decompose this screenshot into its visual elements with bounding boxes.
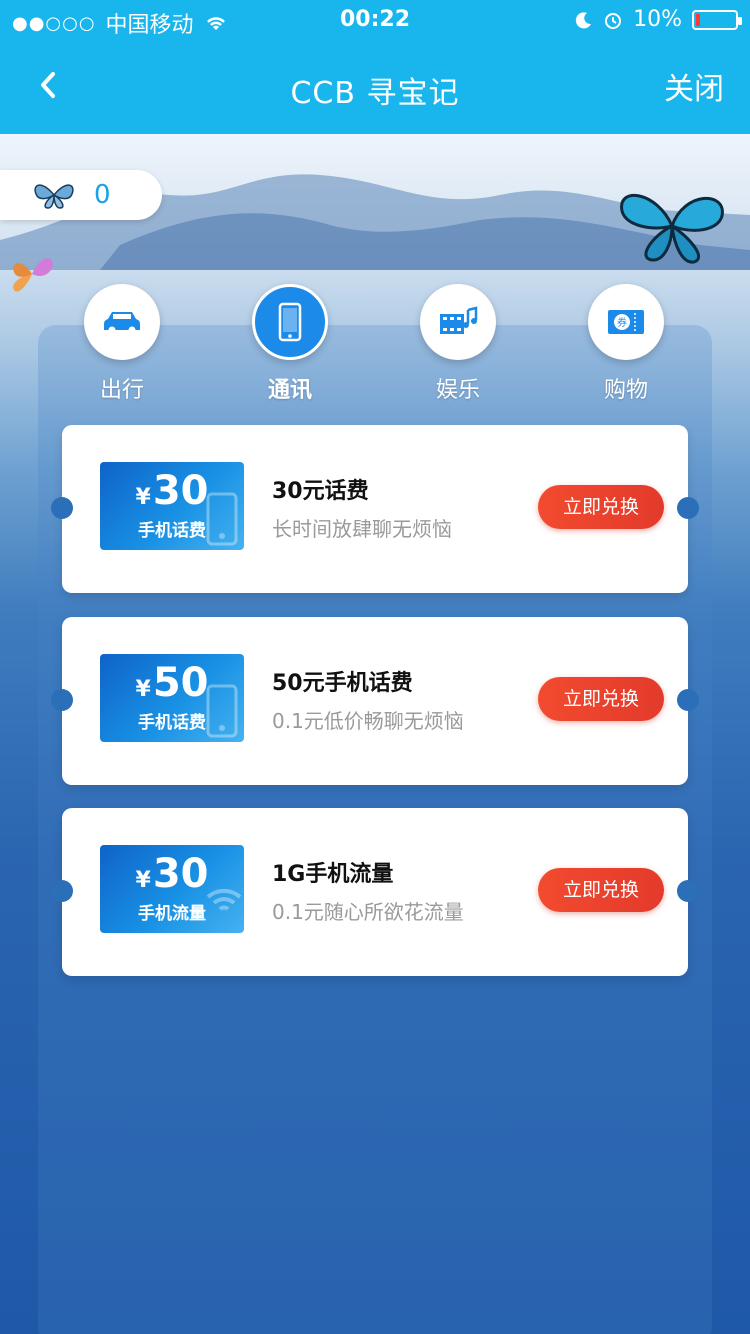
svg-text:券: 券 (617, 316, 627, 329)
nav-bar: CCB 寻宝记 关闭 (0, 40, 750, 134)
score-value: 0 (94, 180, 111, 210)
car-icon (104, 312, 140, 334)
redeem-button[interactable]: 立即兑换 (538, 868, 664, 912)
coupon-text: 手机话费 (138, 521, 206, 541)
pink-butterfly-decoration (13, 258, 53, 292)
reward-card: ¥30 手机话费 30元话费 长时间放肆聊无烦恼 立即兑换 (51, 425, 699, 593)
phone-icon (278, 302, 302, 342)
alarm-icon (605, 12, 622, 29)
battery-percent: 10% (633, 7, 682, 32)
moon-icon (575, 11, 592, 28)
category-entertainment[interactable]: 娱乐 (398, 284, 518, 404)
category-shopping[interactable]: 券 购物 (566, 284, 686, 404)
battery-icon (692, 9, 742, 30)
category-label: 娱乐 (435, 378, 480, 403)
item-title: 1G手机流量 (272, 862, 394, 887)
category-label: 通讯 (267, 378, 312, 403)
status-bar: ●●○○○ 中国移动 00:22 10% (0, 0, 750, 40)
coupon-icon: 券 (608, 310, 644, 334)
item-description: 0.1元随心所欲花流量 (272, 900, 464, 924)
category-label: 购物 (603, 378, 648, 403)
coupon-amount: 50 (152, 660, 209, 706)
redeem-button[interactable]: 立即兑换 (538, 677, 664, 721)
page-title: CCB 寻宝记 (290, 76, 460, 111)
coupon-text: 手机话费 (138, 713, 206, 733)
coupon-image: ¥50 手机话费 (100, 654, 244, 742)
close-button[interactable]: 关闭 (664, 64, 724, 108)
reward-card: ¥50 手机话费 50元手机话费 0.1元低价畅聊无烦恼 立即兑换 (51, 617, 699, 785)
category-communication[interactable]: 通讯 (230, 284, 350, 404)
item-title: 50元手机话费 (272, 671, 413, 696)
item-description: 长时间放肆聊无烦恼 (272, 517, 452, 541)
coupon-text: 手机流量 (138, 904, 206, 924)
top-bar: ●●○○○ 中国移动 00:22 10% CCB 寻宝记 关闭 (0, 0, 750, 134)
coupon-image: ¥30 手机话费 (100, 462, 244, 550)
item-description: 0.1元低价畅聊无烦恼 (272, 709, 464, 733)
film-music-icon (440, 306, 478, 334)
reward-card: ¥30 手机流量 1G手机流量 0.1元随心所欲花流量 立即兑换 (51, 808, 699, 976)
redeem-button[interactable]: 立即兑换 (538, 485, 664, 529)
blue-butterfly-decoration (620, 194, 724, 264)
coupon-amount: 30 (152, 468, 209, 514)
item-title: 30元话费 (272, 479, 369, 504)
coupon-image: ¥30 手机流量 (100, 845, 244, 933)
score-badge: 0 (0, 170, 162, 220)
butterfly-icon (34, 184, 74, 209)
coupon-amount: 30 (152, 851, 209, 897)
category-label: 出行 (99, 378, 144, 403)
category-travel[interactable]: 出行 (62, 284, 182, 404)
